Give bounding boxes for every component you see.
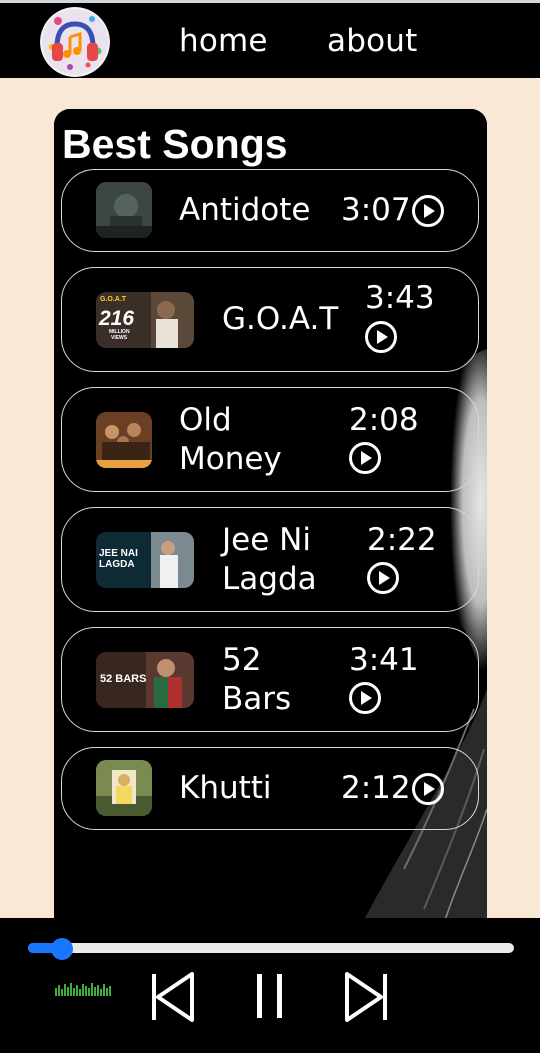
music-headphones-logo[interactable] [40, 7, 110, 77]
song-title: Jee Ni Lagda [222, 522, 317, 597]
song-row-old-money[interactable]: Old Money 2:08 [61, 387, 479, 492]
navbar: home about [0, 0, 540, 78]
song-duration: 3:41 [349, 642, 419, 678]
progress-slider[interactable] [28, 943, 514, 953]
song-row-52-bars[interactable]: 52 BARS 52 Bars 3:41 [61, 627, 479, 732]
album-art [96, 760, 152, 816]
pause-icon[interactable] [254, 972, 286, 1020]
album-art [96, 412, 152, 468]
play-circle-icon[interactable] [411, 772, 445, 806]
song-row-goat[interactable]: G.O.A.T 216 MILLION VIEWS G.O.A.T 3:43 [61, 267, 479, 372]
svg-text:G.O.A.T: G.O.A.T [100, 296, 127, 303]
album-art: G.O.A.T 216 MILLION VIEWS [96, 292, 194, 348]
play-circle-icon[interactable] [348, 681, 382, 715]
svg-text:52 BARS: 52 BARS [100, 673, 146, 685]
song-title: G.O.A.T [222, 301, 339, 337]
song-row-khutti[interactable]: Khutti 2:12 [61, 747, 479, 830]
equalizer-icon [55, 983, 111, 996]
album-art: 52 BARS [96, 652, 194, 708]
song-title: 52 Bars [222, 642, 292, 717]
song-duration: 2:22 [367, 522, 437, 558]
progress-thumb[interactable] [51, 938, 74, 960]
play-circle-icon[interactable] [348, 441, 382, 475]
skip-previous-icon[interactable] [150, 970, 196, 1024]
svg-text:LAGDA: LAGDA [99, 559, 135, 570]
play-circle-icon[interactable] [364, 320, 398, 354]
nav-home-link[interactable]: home [179, 23, 268, 59]
svg-text:216: 216 [98, 307, 134, 330]
panel-title: Best Songs [62, 121, 288, 167]
play-circle-icon[interactable] [366, 561, 400, 595]
songs-panel: Best Songs Antidote 3:07 G.O.A.T 216 MIL… [54, 109, 487, 939]
album-art [96, 182, 152, 238]
play-circle-icon[interactable] [411, 194, 445, 228]
skip-next-icon[interactable] [343, 970, 389, 1024]
song-duration: 2:12 [341, 770, 411, 806]
song-title: Old Money [179, 402, 282, 477]
song-row-jee-ni-lagda[interactable]: JEE NAI LAGDA Jee Ni Lagda 2:22 [61, 507, 479, 612]
song-title: Khutti [179, 770, 272, 806]
song-duration: 3:07 [341, 192, 411, 228]
song-duration: 2:08 [349, 402, 419, 438]
nav-about-link[interactable]: about [327, 23, 417, 59]
player-bar [0, 918, 540, 1053]
song-title: Antidote [179, 192, 311, 228]
svg-text:JEE NAI: JEE NAI [99, 548, 138, 559]
song-duration: 3:43 [365, 280, 435, 316]
svg-text:VIEWS: VIEWS [111, 335, 128, 341]
album-art: JEE NAI LAGDA [96, 532, 194, 588]
song-row-antidote[interactable]: Antidote 3:07 [61, 169, 479, 252]
